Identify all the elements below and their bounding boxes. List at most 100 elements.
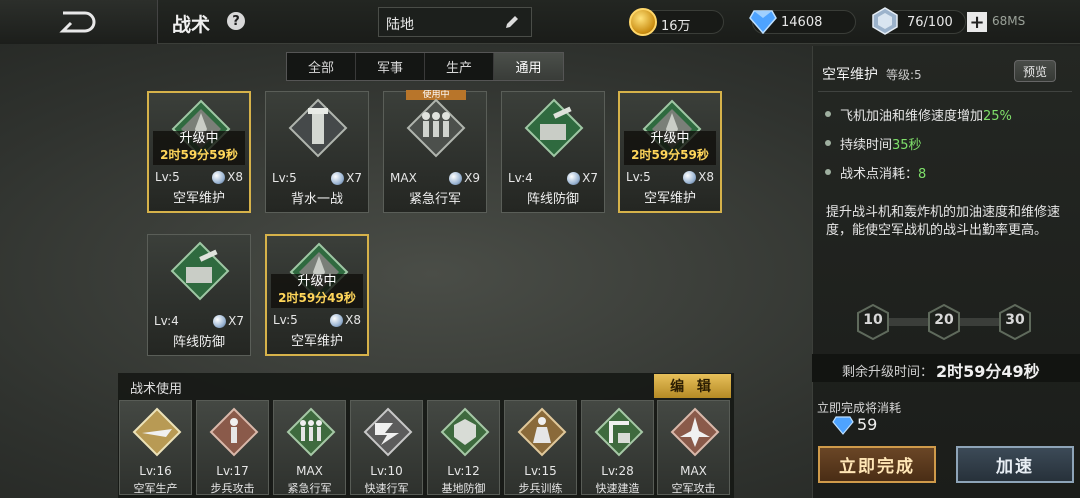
- upgrade-label: 升级中: [297, 274, 337, 289]
- stamina-display: 76/100: [872, 7, 966, 35]
- tower-icon: [288, 98, 348, 158]
- edit-button[interactable]: 编 辑: [654, 374, 731, 398]
- card-name: 阵线防御: [172, 335, 225, 350]
- upgrade-label: 升级中: [650, 131, 690, 146]
- speed-up-button[interactable]: 加速: [956, 446, 1074, 483]
- card-name: 空军维护: [172, 191, 225, 206]
- filter-tabs: 全部 军事 生产 通用: [286, 52, 564, 81]
- diamond-icon: [832, 416, 854, 435]
- march-icon: [406, 98, 466, 158]
- card-name: 空军维护: [643, 191, 696, 206]
- march-icon: [286, 407, 336, 457]
- detail-level: 等级:5: [886, 68, 922, 82]
- card-name: 紧急行军: [408, 192, 461, 207]
- mode-value: 陆地: [386, 17, 414, 33]
- upgrade-timer: 2时59分59秒: [631, 148, 709, 162]
- usage-slot[interactable]: Lv:28 快速建造: [581, 400, 654, 495]
- usage-slot[interactable]: Lv:12 基地防御: [427, 400, 500, 495]
- back-button[interactable]: [0, 0, 158, 44]
- preview-button[interactable]: 预览: [1014, 60, 1056, 82]
- slot-name: 步兵攻击: [210, 482, 255, 495]
- tab-all[interactable]: 全部: [287, 53, 356, 80]
- tactic-card[interactable]: 使用中 MAX X9 紧急行军: [383, 90, 487, 213]
- turret-icon: [170, 241, 230, 301]
- slot-level: Lv:15: [524, 464, 557, 478]
- gold-value: 16万: [661, 19, 691, 34]
- gem-icon: [213, 314, 227, 328]
- remaining-time: 2时59分49秒: [936, 362, 1040, 381]
- gem-icon: [330, 313, 344, 327]
- pencil-icon: [503, 13, 521, 35]
- stamina-gem-icon: [872, 7, 898, 35]
- infantry-training-icon: [517, 407, 567, 457]
- slot-name: 基地防御: [441, 482, 486, 495]
- card-count: X7: [213, 314, 244, 328]
- gold-display: 16万: [629, 8, 724, 36]
- usage-slot[interactable]: MAX 空军攻击: [657, 400, 730, 495]
- back-icon: [58, 11, 95, 33]
- add-stamina-button[interactable]: +: [967, 12, 987, 33]
- diamond-icon: [749, 10, 777, 34]
- card-level: Lv:4: [154, 314, 179, 328]
- tactic-card[interactable]: Lv:4 X7 阵线防御: [147, 234, 251, 356]
- usage-title: 战术使用: [130, 382, 183, 397]
- upgrade-overlay: 升级中 2时59分59秒: [153, 131, 245, 165]
- effect-line: 飞机加油和维修速度增加25%: [840, 109, 1012, 124]
- usage-slot[interactable]: Lv:10 快速行军: [350, 400, 423, 495]
- card-name: 空军维护: [290, 334, 343, 349]
- card-level: Lv:5: [272, 171, 297, 185]
- slot-name: 紧急行军: [287, 482, 332, 495]
- net-speed: 68MS: [992, 14, 1026, 28]
- tab-general[interactable]: 通用: [494, 53, 563, 80]
- usage-slot[interactable]: Lv:16 空军生产: [119, 400, 192, 495]
- card-level: MAX: [390, 171, 417, 185]
- tactic-card[interactable]: 升级中 2时59分49秒 Lv:5 X8 空军维护: [265, 234, 369, 356]
- milestone-node: 10: [855, 304, 891, 340]
- upgrade-overlay: 升级中 2时59分59秒: [624, 131, 716, 165]
- detail-title: 空军维护: [822, 67, 878, 83]
- bullet-icon: [825, 169, 831, 175]
- gem-icon: [212, 170, 226, 184]
- upgrade-overlay: 升级中 2时59分49秒: [271, 274, 363, 308]
- slot-level: Lv:16: [139, 464, 172, 478]
- instant-cost: 59: [857, 415, 878, 434]
- tactic-card[interactable]: Lv:4 X7 阵线防御: [501, 91, 605, 213]
- effect-line: 战术点消耗：8: [840, 167, 927, 182]
- card-count: X8: [330, 313, 361, 327]
- usage-slot[interactable]: MAX 紧急行军: [273, 400, 346, 495]
- gem-icon: [567, 171, 581, 185]
- instant-complete-button[interactable]: 立即完成: [818, 446, 936, 483]
- milestone-node: 30: [997, 304, 1033, 340]
- tactic-card[interactable]: 升级中 2时59分59秒 Lv:5 X8 空军维护: [147, 91, 251, 213]
- milestone-node: 20: [926, 304, 962, 340]
- divider: [818, 91, 1072, 92]
- slot-name: 空军生产: [133, 482, 178, 495]
- gem-icon: [331, 171, 345, 185]
- card-count: X7: [331, 171, 362, 185]
- tactic-card[interactable]: 升级中 2时59分59秒 Lv:5 X8 空军维护: [618, 91, 722, 213]
- tab-military[interactable]: 军事: [356, 53, 425, 80]
- slot-level: Lv:10: [370, 464, 403, 478]
- detail-description: 提升战斗机和轰炸机的加油速度和维修速度，能使空军战机的战斗出勤率更高。: [826, 205, 1061, 238]
- card-name: 背水一战: [290, 192, 343, 207]
- usage-slot[interactable]: Lv:15 步兵训练: [504, 400, 577, 495]
- upgrade-label: 升级中: [179, 131, 219, 146]
- slot-level: MAX: [680, 464, 707, 478]
- tab-production[interactable]: 生产: [425, 53, 494, 80]
- slot-level: Lv:12: [447, 464, 480, 478]
- diamond-value: 14608: [781, 15, 823, 30]
- slot-name: 快速建造: [595, 482, 640, 495]
- tactic-card[interactable]: Lv:5 X7 背水一战: [265, 91, 369, 213]
- help-icon[interactable]: ?: [227, 12, 245, 30]
- card-level: Lv:5: [273, 313, 298, 327]
- usage-slot[interactable]: Lv:17 步兵攻击: [196, 400, 269, 495]
- card-count: X9: [449, 171, 480, 185]
- base-defense-icon: [440, 407, 490, 457]
- gem-icon: [683, 170, 697, 184]
- card-level: Lv:4: [508, 171, 533, 185]
- gem-icon: [449, 171, 463, 185]
- bullet-icon: [825, 140, 831, 146]
- card-count: X7: [567, 171, 598, 185]
- slot-level: Lv:17: [216, 464, 249, 478]
- mode-select[interactable]: 陆地: [378, 7, 532, 37]
